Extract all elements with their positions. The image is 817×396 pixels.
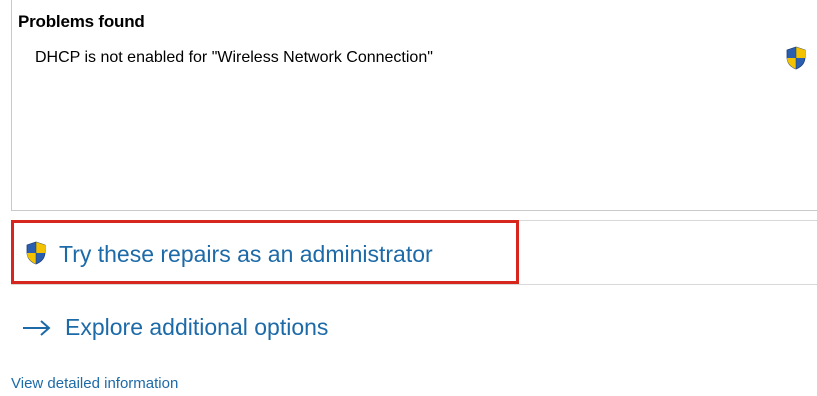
try-repairs-admin-link[interactable]: Try these repairs as an administrator [59, 241, 433, 268]
problem-item[interactable]: DHCP is not enabled for "Wireless Networ… [35, 46, 817, 73]
repair-row: Try these repairs as an administrator [11, 220, 817, 286]
problem-text: DHCP is not enabled for "Wireless Networ… [35, 49, 433, 66]
explore-options-row[interactable]: Explore additional options [22, 312, 422, 346]
explore-options-link[interactable]: Explore additional options [65, 314, 328, 341]
arrow-right-icon [22, 318, 52, 338]
divider [11, 284, 817, 285]
problems-panel: Problems found DHCP is not enabled for "… [11, 0, 817, 211]
view-detailed-info-link[interactable]: View detailed information [11, 375, 178, 392]
uac-shield-icon [785, 46, 807, 70]
troubleshooter-page: Problems found DHCP is not enabled for "… [0, 0, 817, 396]
problems-title: Problems found [18, 12, 145, 31]
uac-shield-icon [25, 241, 47, 265]
